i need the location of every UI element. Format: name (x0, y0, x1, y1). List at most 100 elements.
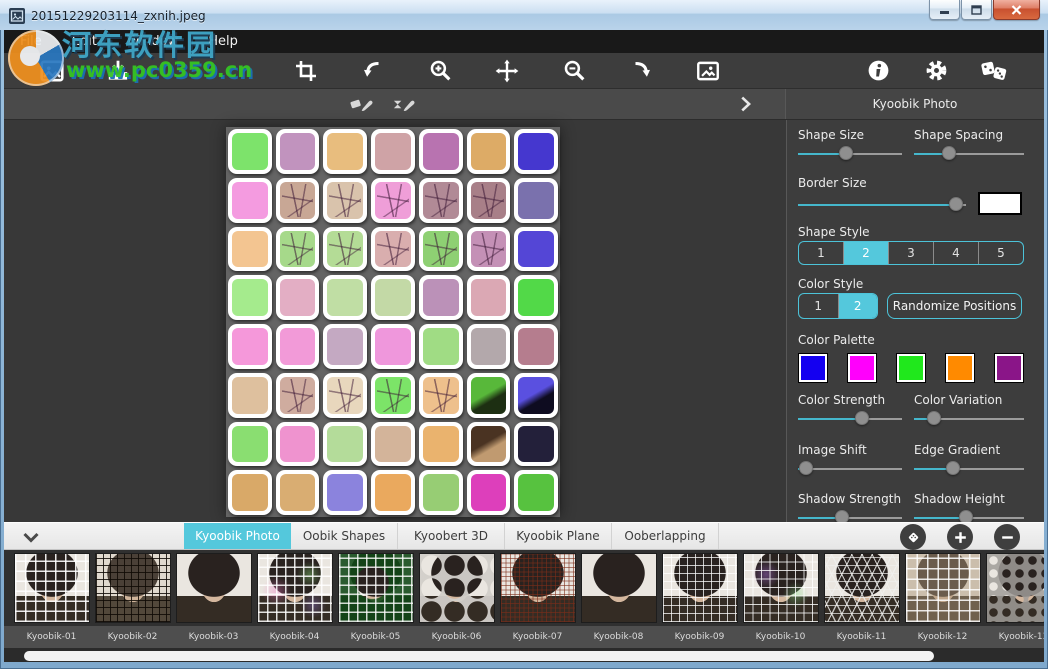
mosaic-tile-r7c1 (228, 422, 272, 467)
shape-size-thumb[interactable] (839, 146, 853, 160)
thumbnail-kyoobik-04[interactable] (257, 553, 333, 623)
tile-color (375, 133, 411, 170)
scrollbar-thumb[interactable] (24, 651, 934, 661)
palette-swatch-3[interactable] (896, 353, 926, 383)
settings-button[interactable] (922, 57, 950, 85)
border-color-swatch[interactable] (978, 192, 1022, 215)
image-canvas[interactable] (4, 120, 786, 522)
minimize-button[interactable] (929, 0, 960, 20)
thumbnail-kyoobik-12[interactable] (905, 553, 981, 623)
thumbnail-kyoobik-03[interactable] (176, 553, 252, 623)
undo-button[interactable] (359, 57, 387, 85)
maximize-button[interactable] (961, 0, 992, 20)
redo-button[interactable] (627, 57, 655, 85)
shape-style-option-4[interactable]: 4 (933, 242, 978, 264)
shape-spacing-slider[interactable] (914, 146, 1024, 162)
thumbnail-kyoobik-06[interactable] (419, 553, 495, 623)
maximize-icon (971, 5, 982, 15)
shadow-strength-slider[interactable] (798, 510, 902, 522)
palette-swatch-1[interactable] (798, 353, 828, 383)
shape-style-option-5[interactable]: 5 (978, 242, 1023, 264)
crop-button[interactable] (292, 57, 320, 85)
color-palette-label: Color Palette (798, 333, 1044, 349)
edge-gradient-label: Edge Gradient (914, 443, 1024, 459)
thumbnail-kyoobik-13[interactable] (986, 553, 1044, 623)
menu-edit[interactable]: Edit (72, 34, 97, 49)
image-shift-slider[interactable] (798, 461, 902, 477)
randomize-dice-button[interactable] (980, 57, 1008, 85)
tab-kyoobik-plane[interactable]: Kyoobik Plane (505, 523, 612, 549)
border-size-label: Border Size (798, 176, 1044, 192)
tile-color (518, 279, 554, 316)
mosaic-tile-r5c3 (323, 324, 367, 369)
open-image-button[interactable] (38, 57, 66, 85)
thumbnail-kyoobik-08[interactable] (581, 553, 657, 623)
zoom-out-button[interactable] (560, 57, 588, 85)
color-style-label: Color Style (798, 277, 1044, 293)
thumbnail-kyoobik-09[interactable] (662, 553, 738, 623)
shape-size-slider[interactable] (798, 146, 902, 162)
color-variation-thumb[interactable] (927, 411, 941, 425)
tile-color (280, 377, 316, 414)
palette-swatch-5[interactable] (994, 353, 1024, 383)
edge-gradient-slider[interactable] (914, 461, 1024, 477)
tile-color (280, 279, 316, 316)
color-variation-slider[interactable] (914, 411, 1024, 427)
mosaic-tile-r2c3 (323, 178, 367, 223)
edge-gradient-thumb[interactable] (946, 461, 960, 475)
tab-kyoobert-3d[interactable]: Kyoobert 3D (398, 523, 505, 549)
thumbnail-label-kyoobik-04: Kyoobik-04 (254, 626, 335, 648)
pan-button[interactable] (493, 57, 521, 85)
tab-ooberlapping[interactable]: Ooberlapping (612, 523, 719, 549)
palette-swatch-2[interactable] (847, 353, 877, 383)
palette-swatch-4[interactable] (945, 353, 975, 383)
menu-help[interactable]: Help (208, 34, 238, 49)
randomize-style-button[interactable] (900, 524, 926, 550)
tile-color (518, 426, 554, 463)
thumbnail-kyoobik-02[interactable] (95, 553, 171, 623)
brush-shapes-button[interactable] (392, 90, 420, 118)
brush-eraser-button[interactable] (350, 90, 378, 118)
info-button[interactable] (864, 57, 892, 85)
thumbnail-kyoobik-05[interactable] (338, 553, 414, 623)
collapse-strip-button[interactable] (18, 525, 44, 549)
shadow-strength-label: Shadow Strength (798, 492, 902, 508)
border-size-slider[interactable] (798, 197, 966, 213)
image-shift-thumb[interactable] (799, 461, 813, 475)
shadow-height-thumb[interactable] (959, 510, 973, 522)
border-size-thumb[interactable] (949, 197, 963, 211)
zoom-in-button[interactable] (426, 57, 454, 85)
tab-oobik-shapes[interactable]: Oobik Shapes (291, 523, 398, 549)
color-strength-thumb[interactable] (855, 411, 869, 425)
color-style-option-2[interactable]: 2 (838, 294, 878, 318)
color-strength-slider[interactable] (798, 411, 902, 427)
fit-image-button[interactable] (694, 57, 722, 85)
thumbnail-kyoobik-01[interactable] (14, 553, 90, 623)
randomize-positions-button[interactable]: Randomize Positions (887, 293, 1022, 319)
shadow-height-slider[interactable] (914, 510, 1024, 522)
shape-style-option-2[interactable]: 2 (843, 242, 888, 264)
color-style-option-1[interactable]: 1 (799, 294, 838, 318)
shape-style-option-1[interactable]: 1 (799, 242, 843, 264)
thumbnail-kyoobik-11[interactable] (824, 553, 900, 623)
tile-color (327, 328, 363, 365)
menu-window[interactable]: Window (127, 34, 178, 49)
tab-kyoobik-photo[interactable]: Kyoobik Photo (184, 523, 291, 549)
shape-style-option-3[interactable]: 3 (888, 242, 933, 264)
close-button[interactable] (993, 0, 1040, 20)
expand-panel-button[interactable] (734, 93, 756, 119)
remove-style-button[interactable] (994, 524, 1020, 550)
content-area: Shape Size Shape Spacing Border Size Sha… (4, 120, 1044, 522)
mosaic-tile-r3c4 (371, 227, 415, 272)
thumbnail-kyoobik-10[interactable] (743, 553, 819, 623)
shadow-strength-thumb[interactable] (835, 510, 849, 522)
thumbnail-kyoobik-07[interactable] (500, 553, 576, 623)
import-image-button[interactable] (104, 57, 132, 85)
menu-file[interactable]: File (20, 34, 42, 49)
mosaic-tile-r2c7 (514, 178, 558, 223)
shape-spacing-thumb[interactable] (942, 146, 956, 160)
add-style-button[interactable] (947, 524, 973, 550)
crop-icon (294, 59, 318, 83)
mosaic-tile-r5c5 (419, 324, 463, 369)
color-strength-label: Color Strength (798, 393, 902, 409)
